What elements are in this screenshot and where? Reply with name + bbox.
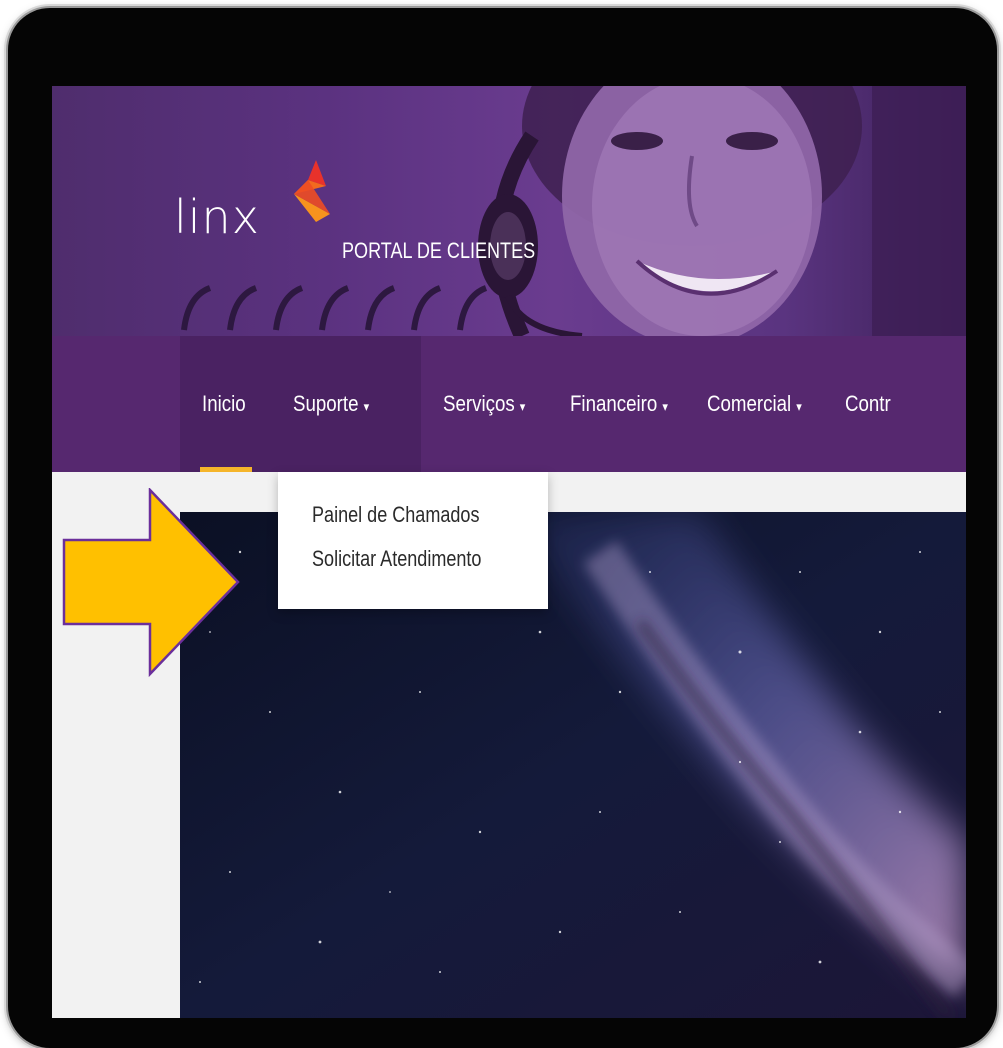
nav-item-servicos[interactable]: Serviços ▾ [421,336,560,472]
nav-item-label: Contr [844,391,891,416]
linx-flame-logo-icon [294,160,330,222]
nav-item-inicio[interactable]: Inicio [180,336,293,472]
nav-item-label: Financeiro [569,391,658,416]
chevron-down-icon: ▾ [662,399,668,414]
suporte-dropdown-menu: Painel de Chamados Solicitar Atendimento [278,472,548,609]
nav-item-contratos[interactable]: Contr [839,336,919,472]
chevron-down-icon: ▾ [796,399,802,414]
header-decorative-slashes [181,285,488,331]
menu-item-painel-de-chamados[interactable]: Painel de Chamados [312,502,479,528]
nav-item-suporte[interactable]: Suporte ▾ [293,336,421,472]
nav-item-label: Serviços [443,391,515,416]
menu-item-solicitar-atendimento[interactable]: Solicitar Atendimento [312,546,481,572]
nav-item-financeiro[interactable]: Financeiro ▾ [560,336,705,472]
main-navigation: Inicio Suporte ▾ Serviços ▾ Financeiro ▾ [52,336,966,472]
nav-item-label: Suporte [293,391,359,416]
portal-title: PORTAL DE CLIENTES [342,238,536,263]
chevron-down-icon: ▾ [519,399,526,414]
nav-item-label: Inicio [202,391,246,416]
portal-header: linx PORTAL DE CLIENTES [52,86,966,336]
nav-item-comercial[interactable]: Comercial ▾ [705,336,839,472]
nav-item-label: Comercial [707,391,792,416]
yellow-arrow-right-icon [62,488,240,678]
linx-logo-text: linx [174,190,260,244]
chevron-down-icon: ▾ [363,399,370,414]
